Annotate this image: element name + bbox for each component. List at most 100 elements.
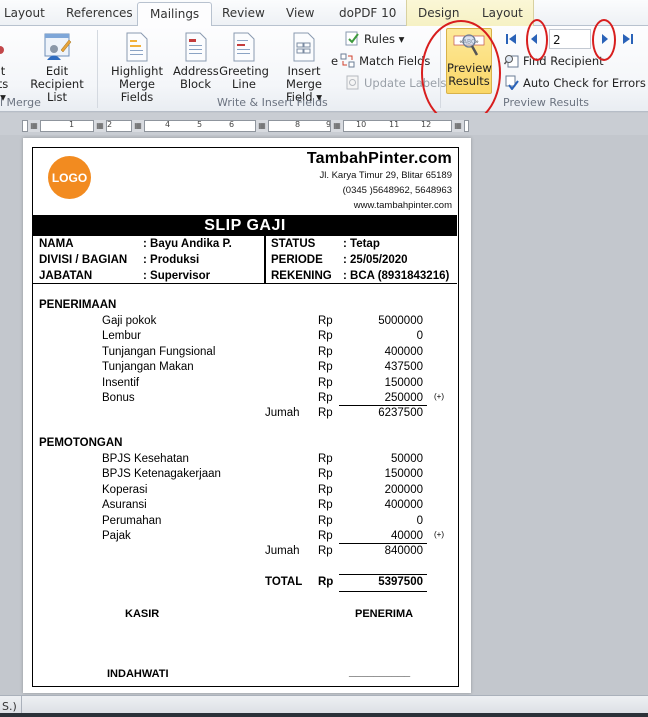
group-separator [97, 30, 98, 108]
previous-record-button[interactable] [526, 30, 542, 48]
pemotongan-item-label: Asuransi [102, 499, 147, 512]
last-record-button[interactable] [620, 30, 636, 48]
penerimaan-item-label: Tunjangan Makan [102, 361, 194, 374]
ruler-column-marker[interactable]: ▦ [255, 120, 269, 132]
first-record-icon [506, 34, 516, 44]
ribbon: t ts ▾ Edit Recipient List l Merge Highl… [0, 26, 648, 112]
info-label-status: STATUS [271, 238, 316, 250]
pemotongan-item-amount: 200000 [384, 483, 423, 496]
select-recipients-button[interactable]: t ts ▾ [0, 32, 10, 104]
tab-layout[interactable]: Layout [4, 6, 45, 20]
ruler-column-marker[interactable]: ▦ [451, 120, 465, 132]
penerimaan-item-amount: 5000000 [378, 315, 423, 327]
ruler-column-marker[interactable]: ▦ [93, 120, 107, 132]
ruler-column-marker[interactable]: ▦ [27, 120, 41, 132]
info-divider [264, 236, 266, 283]
pemotongan-item-label: Pajak [102, 530, 131, 542]
taskbar-edge [0, 713, 648, 717]
rules-button[interactable]: Rules ▾ [345, 31, 404, 46]
pemotongan-item-currency: Rp [318, 530, 333, 542]
penerima-label: PENERIMA [355, 608, 414, 620]
next-record-icon [602, 34, 608, 44]
horizontal-ruler[interactable]: ▦ 1 ▦ 2 ▦ 4 5 6 ▦ 8 9 ▦ 10 11 12 ▦ [22, 120, 469, 132]
group-separator [440, 30, 441, 108]
pemotongan-item-amount: 40000 [391, 530, 423, 542]
penerimaan-item-currency: Rp [318, 376, 333, 389]
penerimaan-item-currency: Rp [318, 330, 333, 343]
info-label-jabatan: JABATAN [39, 270, 93, 282]
update-labels-button[interactable]: Update Labels [345, 75, 446, 90]
address-block-icon [183, 32, 209, 62]
pemotongan-item-amount: 0 [416, 514, 423, 527]
penerimaan-item-amount: 437500 [384, 361, 423, 374]
company-logo: LOGO [48, 156, 91, 199]
pemotongan-item-label: BPJS Ketenagakerjaan [102, 468, 221, 481]
pemotongan-item-currency: Rp [318, 453, 333, 465]
tab-dopdf[interactable]: doPDF 10 [339, 6, 396, 20]
greeting-line-icon [231, 32, 257, 62]
address-block-button[interactable]: Address Block [173, 32, 219, 91]
tab-design[interactable]: Design [418, 6, 459, 20]
pemotongan-item-currency: Rp [318, 499, 333, 512]
document-page[interactable]: LOGO TambahPinter.com Jl. Karya Timur 29… [23, 138, 471, 693]
penerimaan-item-currency: Rp [318, 361, 333, 374]
pemotongan-item-currency: Rp [318, 514, 333, 527]
total-currency: Rp [318, 576, 334, 588]
company-phone: (0345 )5648962, 5648963 [342, 185, 452, 196]
match-fields-button[interactable]: e Match Fields [331, 53, 430, 68]
tab-table-layout[interactable]: Layout [482, 6, 523, 20]
penerimaan-plus-mark: (+) [434, 392, 444, 401]
record-number-input[interactable] [549, 29, 591, 49]
insert-merge-field-button[interactable]: Insert Merge Field ▾ [270, 32, 338, 104]
company-name: TambahPinter.com [306, 150, 452, 167]
group-label-preview-results: Preview Results [503, 96, 590, 109]
penerimaan-sum-currency: Rp [318, 407, 333, 419]
company-header: TambahPinter.com Jl. Karya Timur 29, Bli… [307, 150, 452, 213]
edit-recipient-list-icon [44, 32, 72, 62]
penerimaan-title: PENERIMAAN [39, 299, 117, 311]
penerimaan-item-currency: Rp [318, 315, 333, 327]
penerimaan-item-label: Tunjangan Fungsional [102, 345, 216, 358]
pemotongan-item-label: Koperasi [102, 483, 148, 496]
previous-record-icon [531, 34, 537, 44]
pemotongan-item-currency: Rp [318, 483, 333, 496]
penerimaan-item-currency: Rp [318, 392, 333, 404]
info-value-periode: : 25/05/2020 [343, 254, 408, 266]
penerimaan-item-amount: 0 [416, 330, 423, 343]
find-recipient-button[interactable]: Find Recipient [503, 53, 604, 68]
total-label: TOTAL [265, 576, 303, 588]
first-record-button[interactable] [503, 30, 519, 48]
recipients-icon [0, 32, 8, 62]
penerima-signature-line: __________ [349, 666, 411, 678]
penerimaan-item-label: Insentif [102, 376, 140, 389]
preview-results-button[interactable]: «ABC» Preview Results [446, 28, 492, 94]
penerimaan-item-amount: 150000 [384, 376, 423, 389]
ruler-column-marker[interactable]: ▦ [131, 120, 145, 132]
info-label-rekening: REKENING [271, 270, 332, 282]
info-label-divisi: DIVISI / BAGIAN [39, 254, 128, 266]
ribbon-tab-bar: Layout References Mailings Review View d… [0, 0, 648, 27]
tab-references[interactable]: References [66, 6, 133, 20]
auto-check-errors-button[interactable]: Auto Check for Errors [504, 75, 646, 91]
tab-mailings[interactable]: Mailings [137, 2, 213, 27]
pemotongan-sum-currency: Rp [318, 545, 333, 557]
highlight-merge-fields-button[interactable]: Highlight Merge Fields [103, 32, 171, 104]
pemotongan-title: PEMOTONGAN [39, 437, 123, 449]
penerimaan-sum-value: 6237500 [378, 407, 423, 419]
rules-icon [345, 31, 360, 46]
penerimaan-sum-label: Jumah [265, 407, 300, 419]
info-label-periode: PERIODE [271, 254, 323, 266]
penerimaan-item-label: Bonus [102, 392, 135, 404]
kasir-name: INDAHWATI [107, 668, 169, 680]
greeting-line-button[interactable]: Greeting Line [219, 32, 269, 91]
slip-title: SLIP GAJI [33, 215, 457, 236]
tab-view[interactable]: View [286, 6, 314, 20]
ruler-column-marker[interactable]: ▦ [330, 120, 344, 132]
penerimaan-item-label: Lembur [102, 330, 141, 343]
ruler-area: ▦ 1 ▦ 2 ▦ 4 5 6 ▦ 8 9 ▦ 10 11 12 ▦ [0, 113, 648, 135]
pemotongan-item-amount: 50000 [391, 453, 423, 465]
next-record-button[interactable] [597, 30, 613, 48]
edit-recipient-list-button[interactable]: Edit Recipient List [20, 32, 94, 104]
company-website: www.tambahpinter.com [353, 200, 452, 211]
tab-review[interactable]: Review [222, 6, 265, 20]
